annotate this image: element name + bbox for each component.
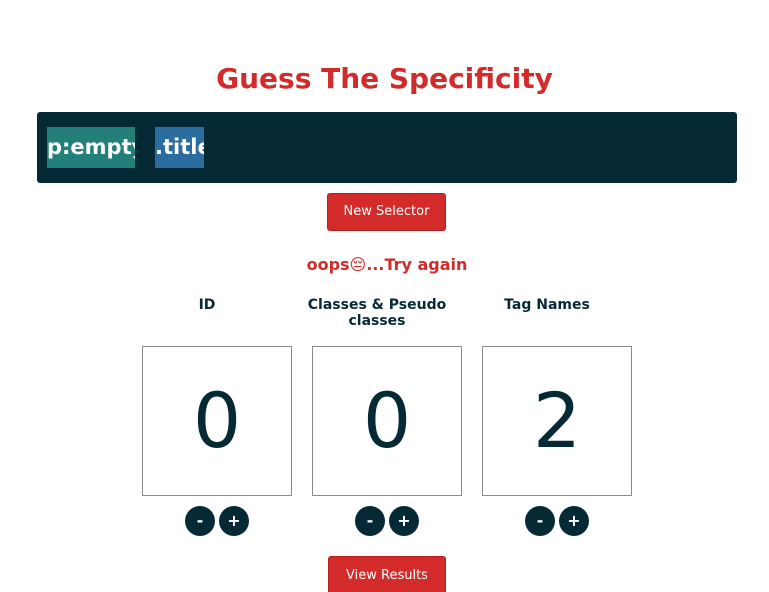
selector-display: p:empty .title — [37, 112, 737, 183]
feedback-message: oops😔...Try again — [306, 255, 468, 274]
page-title: Guess The Specificity — [216, 62, 553, 95]
page: Guess The Specificity p:empty .title New… — [0, 0, 769, 592]
id-increment-button[interactable]: + — [219, 506, 249, 536]
classes-column-label: Classes & Pseudo classes — [307, 297, 447, 329]
tags-score-box: 2 — [482, 346, 632, 496]
id-decrement-button[interactable]: - — [185, 506, 215, 536]
tags-decrement-button[interactable]: - — [525, 506, 555, 536]
classes-decrement-button[interactable]: - — [355, 506, 385, 536]
tags-column-label: Tag Names — [504, 297, 590, 313]
classes-score-box: 0 — [312, 346, 462, 496]
new-selector-button[interactable]: New Selector — [327, 193, 446, 231]
view-results-button[interactable]: View Results — [328, 556, 446, 592]
selector-pseudo-part: p:empty — [47, 127, 135, 168]
selector-class-part: .title — [155, 127, 204, 168]
classes-increment-button[interactable]: + — [389, 506, 419, 536]
tags-increment-button[interactable]: + — [559, 506, 589, 536]
id-score-box: 0 — [142, 346, 292, 496]
id-column-label: ID — [198, 297, 216, 313]
